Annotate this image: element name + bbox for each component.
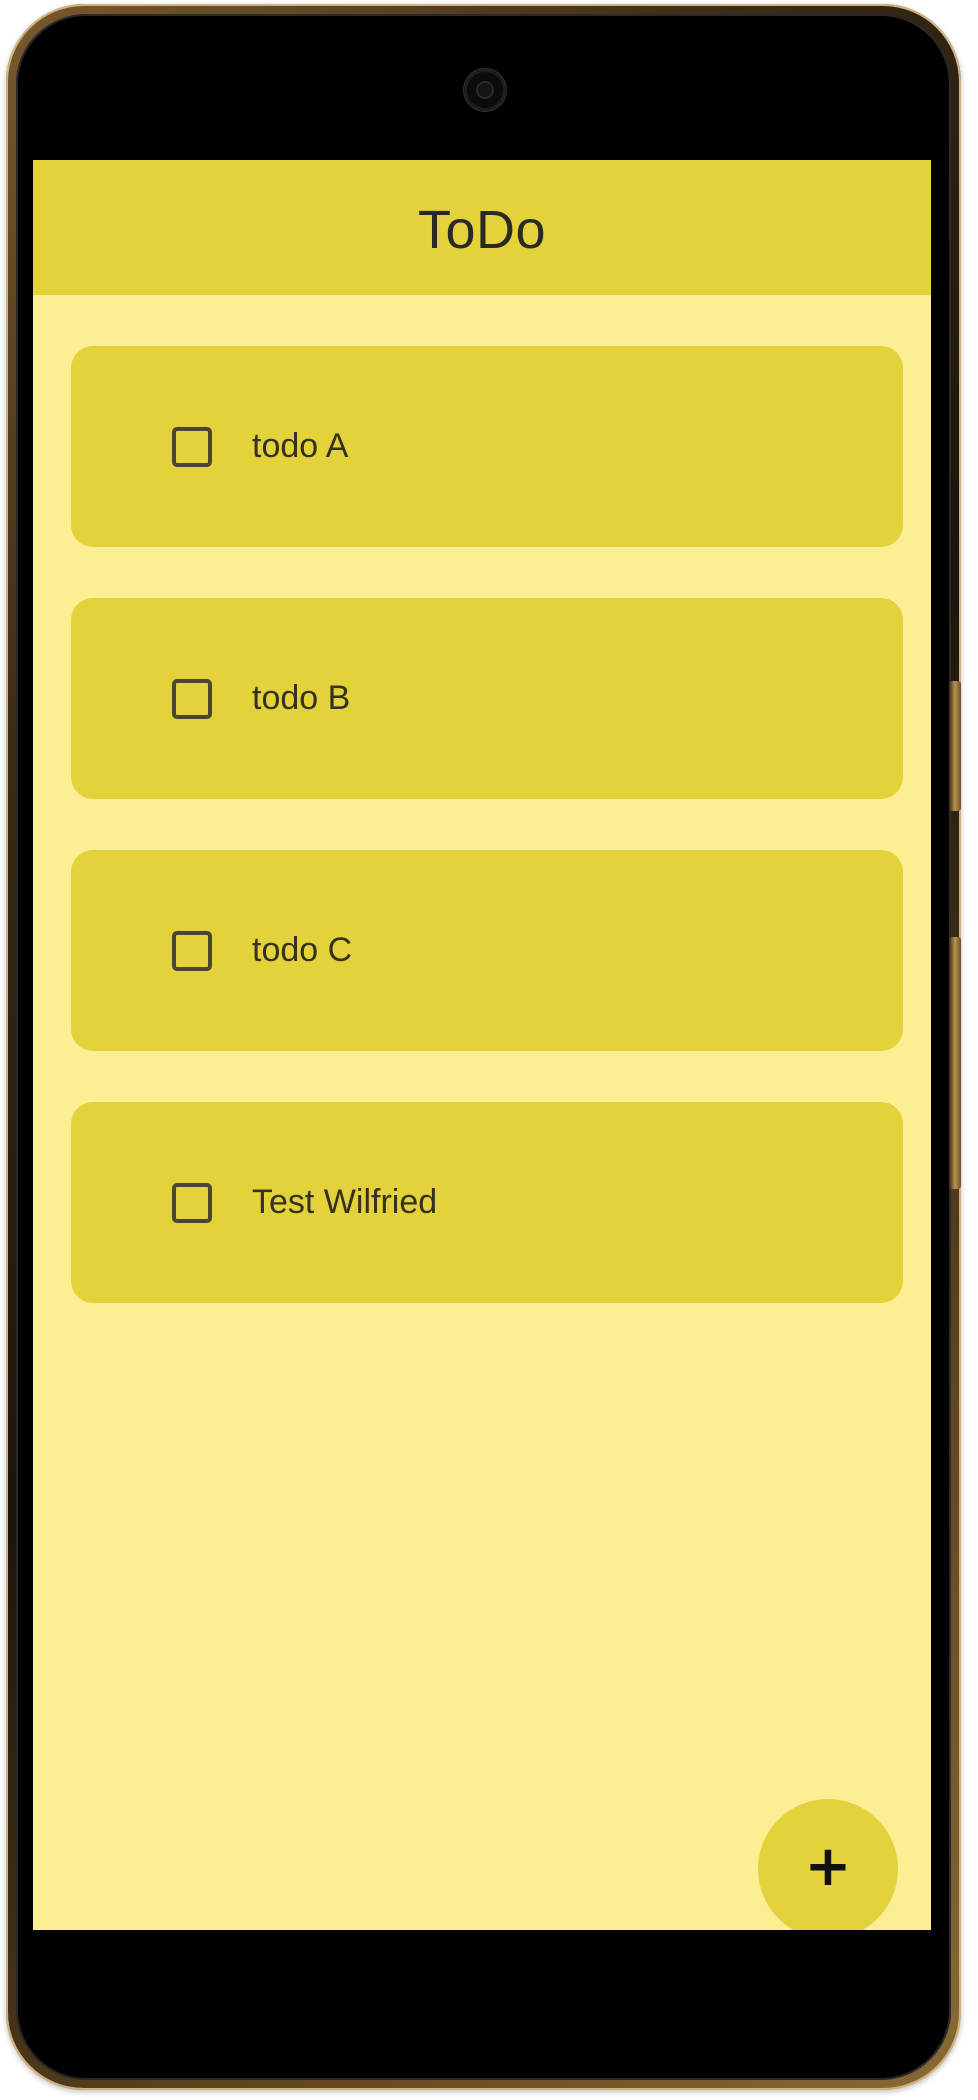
navigation-bar-area [33,1930,931,2045]
todo-list: todo A todo B todo C Test Wilfried [71,346,903,1354]
todo-item[interactable]: todo A [71,346,903,547]
app-title: ToDo [417,199,547,260]
todo-checkbox[interactable] [172,678,212,719]
front-camera-icon [464,69,506,111]
todo-label: Test Wilfried [252,1183,438,1221]
power-button [949,937,961,1189]
todo-item[interactable]: todo C [71,850,903,1051]
todo-item[interactable]: Test Wilfried [71,1102,903,1303]
add-todo-button[interactable]: + [758,1799,898,1930]
todo-checkbox[interactable] [172,930,212,971]
todo-label: todo A [252,427,349,465]
todo-checkbox[interactable] [172,426,212,467]
app-bar: ToDo [33,160,931,295]
todo-label: todo C [252,931,353,969]
app-screen: ToDo todo A todo B todo C Test Wilfried … [33,160,931,1930]
plus-icon: + [804,1834,852,1899]
volume-button [949,681,961,811]
todo-label: todo B [252,679,351,717]
todo-checkbox[interactable] [172,1182,212,1223]
todo-item[interactable]: todo B [71,598,903,799]
